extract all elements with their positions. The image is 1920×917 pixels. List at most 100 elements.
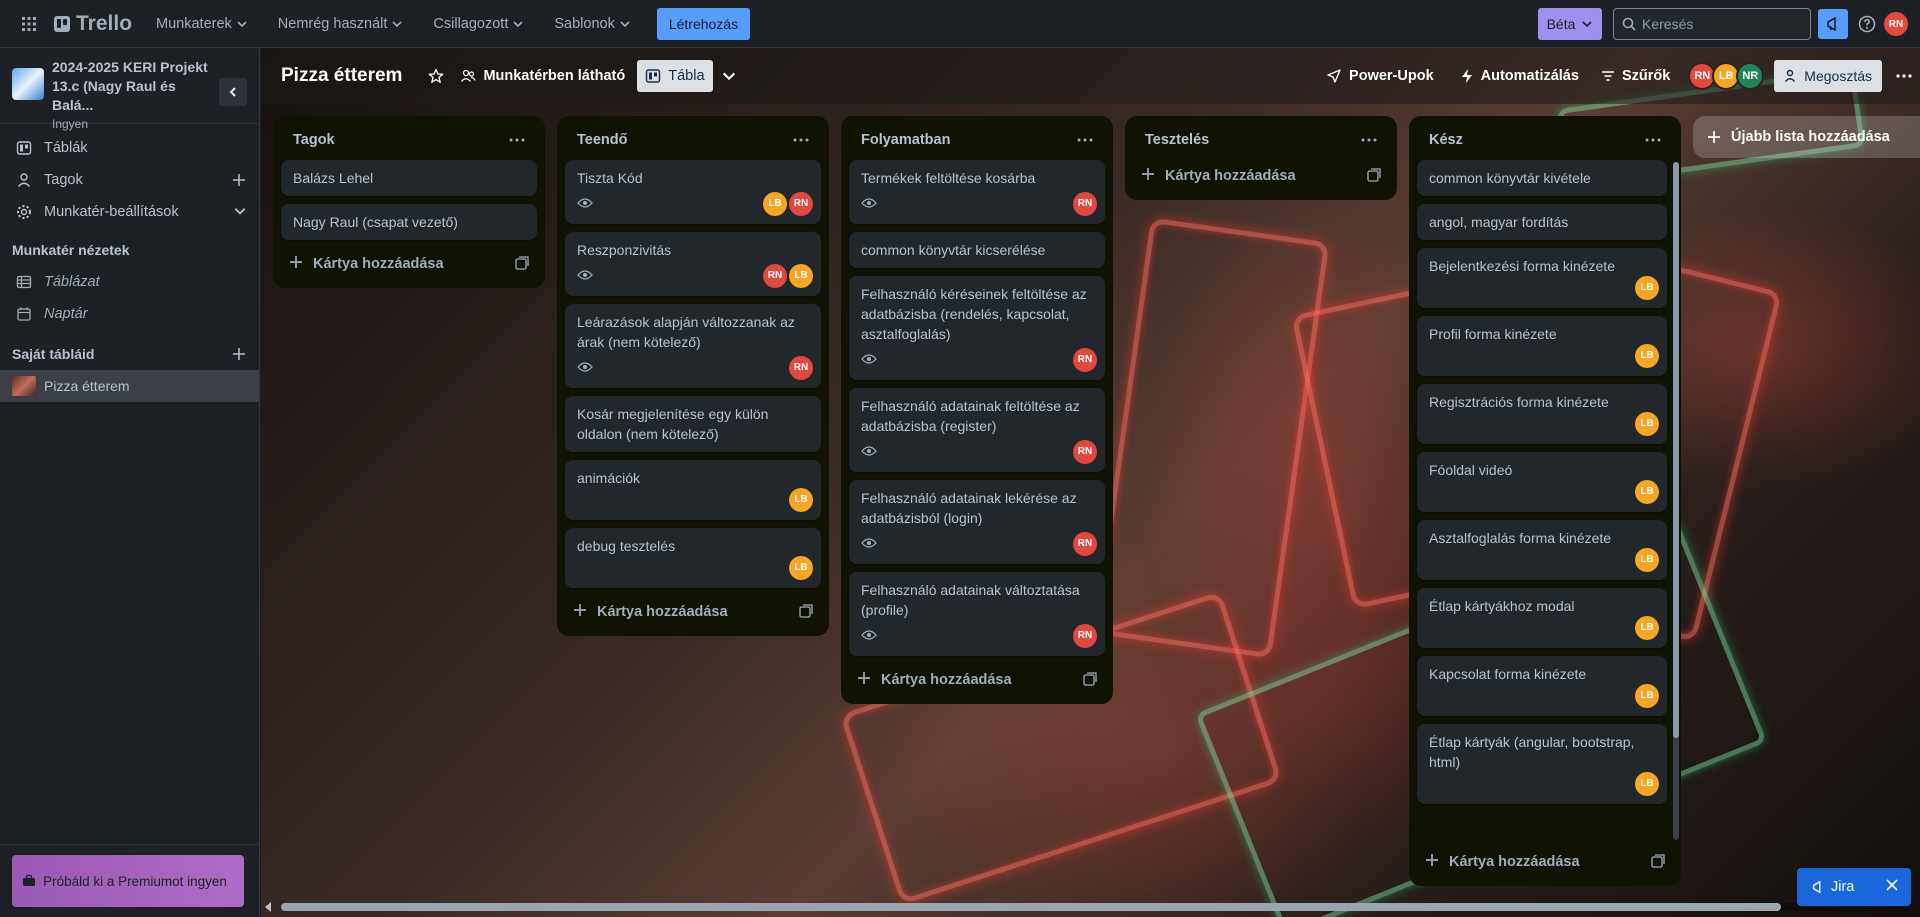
help-button[interactable] xyxy=(1852,9,1882,39)
sidebar-view-calendar[interactable]: Naptár xyxy=(0,298,259,330)
member-avatar[interactable]: LB xyxy=(1635,616,1659,640)
close-icon[interactable] xyxy=(1885,878,1899,896)
add-list-button[interactable]: Újabb lista hozzáadása xyxy=(1693,116,1920,158)
trello-logo[interactable]: Trello xyxy=(54,12,132,36)
horizontal-scrollbar-thumb[interactable] xyxy=(281,903,1781,911)
board-menu-button[interactable] xyxy=(1888,60,1920,92)
board-title[interactable]: Pizza étterem xyxy=(281,65,402,87)
member-avatar[interactable]: RN xyxy=(763,264,787,288)
card[interactable]: Reszponzivitás RN LB xyxy=(565,232,821,296)
board-view-button[interactable]: Tábla xyxy=(637,60,713,92)
view-switcher-button[interactable] xyxy=(713,60,745,92)
card[interactable]: Kosár megjelenítése egy külön oldalon (n… xyxy=(565,396,821,452)
sidebar-item-members[interactable]: Tagok xyxy=(0,164,259,196)
menu-workspaces[interactable]: Munkaterek xyxy=(146,8,258,40)
powerups-button[interactable]: Power-Upok xyxy=(1318,60,1442,92)
automation-button[interactable]: Automatizálás xyxy=(1452,60,1587,92)
list-actions-icon[interactable] xyxy=(789,128,813,152)
list-actions-icon[interactable] xyxy=(1357,128,1381,152)
menu-recent[interactable]: Nemrég használt xyxy=(268,8,414,40)
card[interactable]: Termékek feltöltése kosárba RN xyxy=(849,160,1105,224)
member-avatar[interactable]: RN xyxy=(1073,440,1097,464)
card[interactable]: Étlap kártyákhoz modal LB xyxy=(1417,588,1667,648)
list-actions-icon[interactable] xyxy=(1641,128,1665,152)
card-template-icon[interactable] xyxy=(1651,854,1665,872)
card[interactable]: angol, magyar fordítás xyxy=(1417,204,1667,240)
scroll-left-arrow[interactable] xyxy=(265,902,271,912)
list-actions-icon[interactable] xyxy=(505,128,529,152)
add-card-button[interactable]: Kártya hozzáadása xyxy=(281,248,537,280)
member-avatar[interactable]: LB xyxy=(789,556,813,580)
add-member-icon[interactable] xyxy=(231,172,247,192)
card[interactable]: Felhasználó adatainak lekérése az adatbá… xyxy=(849,480,1105,564)
card[interactable]: debug tesztelés LB xyxy=(565,528,821,588)
member-avatar[interactable]: RN xyxy=(1073,624,1097,648)
card[interactable]: Felhasználó adatainak változtatása (prof… xyxy=(849,572,1105,656)
card[interactable]: common könyvtár kicserélése xyxy=(849,232,1105,268)
star-board-button[interactable] xyxy=(420,60,452,92)
list-title[interactable]: Teendő xyxy=(577,132,627,148)
card[interactable]: common könyvtár kivétele xyxy=(1417,160,1667,196)
create-button[interactable]: Létrehozás xyxy=(656,7,751,40)
search-box[interactable] xyxy=(1613,8,1811,40)
horizontal-scrollbar[interactable] xyxy=(281,903,1909,911)
visibility-button[interactable]: Munkatérben látható xyxy=(452,60,633,92)
account-avatar[interactable]: RN xyxy=(1884,12,1908,36)
member-avatar[interactable]: LB xyxy=(789,488,813,512)
share-button[interactable]: Megosztás xyxy=(1774,60,1882,92)
member-avatar[interactable]: LB xyxy=(1635,480,1659,504)
add-card-button[interactable]: Kártya hozzáadása xyxy=(1417,846,1673,878)
card[interactable]: Fóoldal videó LB xyxy=(1417,452,1667,512)
filters-button[interactable]: Szűrők xyxy=(1593,60,1678,92)
card-template-icon[interactable] xyxy=(1083,672,1097,690)
list-title[interactable]: Folyamatban xyxy=(861,132,950,148)
premium-trial-button[interactable]: Próbáld ki a Premiumot ingyen xyxy=(12,855,244,907)
sidebar-item-settings[interactable]: Munkatér-beállítások xyxy=(0,196,259,228)
list-cards-scroll[interactable]: common könyvtár kivétele angol, magyar fo… xyxy=(1417,160,1673,846)
workspace-name[interactable]: 2024-2025 KERI Projekt 13.c (Nagy Raul é… xyxy=(52,58,212,115)
card[interactable]: Regisztrációs forma kinézete LB xyxy=(1417,384,1667,444)
card-template-icon[interactable] xyxy=(515,256,529,274)
member-avatar[interactable]: RN xyxy=(1073,192,1097,216)
card[interactable]: Nagy Raul (csapat vezető) xyxy=(281,204,537,240)
sidebar-board-pizza[interactable]: Pizza étterem xyxy=(0,370,259,402)
list-scrollbar[interactable] xyxy=(1673,162,1679,840)
add-board-icon[interactable] xyxy=(231,346,247,365)
member-avatar[interactable]: LB xyxy=(763,192,787,216)
member-avatar[interactable]: RN xyxy=(789,192,813,216)
search-input[interactable] xyxy=(1642,16,1792,32)
menu-starred[interactable]: Csillagozott xyxy=(423,8,534,40)
notifications-button[interactable] xyxy=(1818,9,1848,39)
collapse-sidebar-button[interactable] xyxy=(219,78,247,106)
card[interactable]: Profil forma kinézete LB xyxy=(1417,316,1667,376)
member-avatar[interactable]: LB xyxy=(1635,772,1659,796)
member-avatar[interactable]: LB xyxy=(1635,412,1659,436)
member-avatar[interactable]: RN xyxy=(789,356,813,380)
chevron-down-icon[interactable] xyxy=(233,204,247,222)
add-card-button[interactable]: Kártya hozzáadása xyxy=(565,596,821,628)
member-avatar[interactable]: LB xyxy=(1635,684,1659,708)
card-template-icon[interactable] xyxy=(1367,168,1381,186)
list-actions-icon[interactable] xyxy=(1073,128,1097,152)
jira-widget[interactable]: Jira xyxy=(1797,868,1911,906)
sidebar-view-table[interactable]: Táblázat xyxy=(0,266,259,298)
sidebar-item-boards[interactable]: Táblák xyxy=(0,132,259,164)
member-avatar[interactable]: LB xyxy=(789,264,813,288)
add-card-button[interactable]: Kártya hozzáadása xyxy=(849,664,1105,696)
member-avatar[interactable]: RN xyxy=(1073,348,1097,372)
card[interactable]: Tiszta Kód LB RN xyxy=(565,160,821,224)
member-avatar[interactable]: LB xyxy=(1635,548,1659,572)
list-title[interactable]: Kész xyxy=(1429,132,1463,148)
list-title[interactable]: Tagok xyxy=(293,132,335,148)
card[interactable]: Bejelentkezési forma kinézete LB xyxy=(1417,248,1667,308)
card[interactable]: Leárazások alapján változzanak az árak (… xyxy=(565,304,821,388)
card[interactable]: Felhasználó adatainak feltöltése az adat… xyxy=(849,388,1105,472)
beta-button[interactable]: Béta xyxy=(1538,8,1602,40)
member-avatar[interactable]: LB xyxy=(1635,276,1659,300)
card[interactable]: Felhasználó kéréseinek feltöltése az ada… xyxy=(849,276,1105,380)
card[interactable]: Étlap kártyák (angular, bootstrap, html)… xyxy=(1417,724,1667,804)
add-card-button[interactable]: Kártya hozzáadása xyxy=(1133,160,1389,192)
card[interactable]: Balázs Lehel xyxy=(281,160,537,196)
member-avatar[interactable]: RN xyxy=(1073,532,1097,556)
menu-templates[interactable]: Sablonok xyxy=(544,8,640,40)
